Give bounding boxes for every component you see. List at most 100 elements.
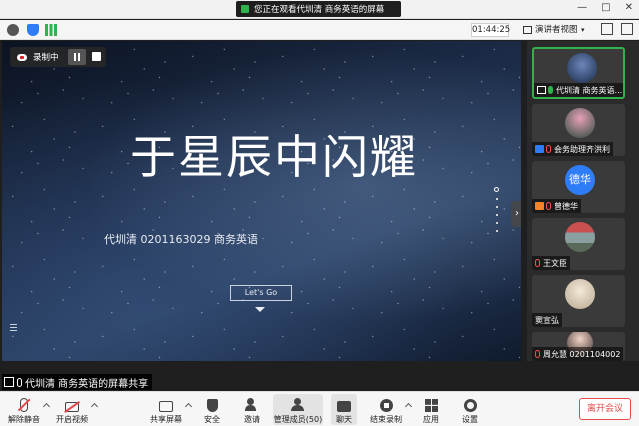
leave-meeting-button[interactable]: 离开会议 bbox=[579, 398, 631, 420]
pagination-dot[interactable] bbox=[495, 198, 498, 200]
cloud-record-icon bbox=[17, 53, 27, 61]
pagination-dot[interactable] bbox=[495, 206, 498, 208]
participant-name-bar: 曾德华 bbox=[532, 199, 581, 213]
slide-title: 于星辰中闪耀 bbox=[130, 130, 418, 184]
view-mode-button[interactable]: 演讲者视图 ▾ bbox=[521, 23, 591, 37]
participant-tile[interactable]: 德华 曾德华 bbox=[532, 161, 625, 213]
recording-indicator: 录制中 bbox=[10, 47, 106, 67]
add-user-icon bbox=[245, 398, 259, 412]
participant-gallery: 代圳清 商务英语... 会务助理齐洪利 德华 曾德华 王文臣 窦宣弘 周允慧 0… bbox=[527, 41, 639, 361]
close-button[interactable]: ✕ bbox=[625, 2, 633, 13]
start-video-label: 开启视频 bbox=[56, 415, 88, 424]
settings-button[interactable]: 设置 bbox=[459, 394, 481, 425]
apps-button[interactable]: 应用 bbox=[420, 394, 442, 425]
maximize-button[interactable]: □ bbox=[601, 2, 610, 13]
slide-menu-icon[interactable] bbox=[10, 324, 17, 331]
mic-muted-icon bbox=[535, 350, 540, 358]
pagination-dot[interactable] bbox=[495, 214, 498, 216]
participant-tile[interactable]: 王文臣 bbox=[532, 218, 625, 270]
stop-record-icon bbox=[379, 399, 393, 412]
meeting-info-icon[interactable] bbox=[7, 24, 19, 36]
security-label: 安全 bbox=[204, 415, 220, 424]
view-mode-label: 演讲者视图 bbox=[535, 25, 578, 35]
participant-name: 窦宣弘 bbox=[535, 315, 559, 325]
chevron-down-icon bbox=[255, 307, 265, 312]
share-banner-text: 您正在观看代圳清 商务英语的屏幕 bbox=[254, 5, 385, 15]
participant-tile[interactable]: 周允慧 0201104002 bbox=[532, 332, 625, 361]
window-titlebar: 您正在观看代圳清 商务英语的屏幕 — □ ✕ bbox=[0, 0, 639, 19]
shield-icon[interactable] bbox=[27, 24, 39, 36]
apps-icon bbox=[424, 399, 438, 412]
fullscreen-icon[interactable] bbox=[601, 23, 613, 35]
shared-screen[interactable]: 录制中 于星辰中闪耀 代圳清 0201163029 商务英语 Let's Go … bbox=[2, 41, 521, 361]
chevron-down-icon: ▾ bbox=[581, 26, 585, 34]
avatar: 德华 bbox=[565, 165, 595, 195]
collapse-gallery-button[interactable]: › bbox=[511, 201, 521, 227]
mic-muted-icon bbox=[546, 145, 551, 153]
avatar bbox=[565, 222, 595, 252]
slide-pagination[interactable] bbox=[494, 187, 499, 232]
pagination-dot[interactable] bbox=[494, 187, 499, 192]
meeting-toolbar: 解除静音 开启视频 共享屏幕 安全 邀请 管理成员(50) 聊天 结束录制 应用… bbox=[0, 391, 639, 426]
avatar bbox=[565, 279, 595, 309]
cohost-icon bbox=[535, 202, 544, 210]
mic-muted-icon bbox=[17, 398, 31, 412]
chat-label: 聊天 bbox=[336, 415, 352, 424]
mic-icon bbox=[17, 377, 22, 387]
mic-muted-icon bbox=[535, 259, 540, 267]
host-icon bbox=[535, 145, 544, 153]
screen-share-icon bbox=[4, 377, 14, 387]
participant-tile[interactable]: 代圳清 商务英语... bbox=[532, 47, 625, 99]
window-controls: — □ ✕ bbox=[577, 2, 633, 13]
participant-tile[interactable]: 窦宣弘 bbox=[532, 275, 625, 327]
participant-name-bar: 王文臣 bbox=[532, 256, 570, 270]
meeting-timer: 01:44:25 bbox=[471, 23, 511, 37]
participant-name: 周允慧 0201104002 bbox=[543, 349, 621, 359]
pause-recording-button[interactable] bbox=[68, 49, 86, 65]
end-recording-button[interactable]: 结束录制 bbox=[368, 394, 404, 425]
settings-label: 设置 bbox=[462, 415, 478, 424]
chevron-up-icon[interactable] bbox=[90, 402, 99, 411]
participant-name-bar: 会务助理齐洪利 bbox=[532, 142, 613, 156]
starfield-background bbox=[2, 41, 521, 361]
start-video-button[interactable]: 开启视频 bbox=[54, 394, 90, 425]
grid-view-icon bbox=[523, 26, 532, 34]
avatar bbox=[567, 53, 597, 83]
participant-name: 代圳清 商务英语... bbox=[556, 85, 623, 95]
minimize-button[interactable]: — bbox=[577, 2, 587, 13]
manage-members-button[interactable]: 管理成员(50) bbox=[273, 394, 323, 425]
security-button[interactable]: 安全 bbox=[200, 394, 224, 425]
invite-label: 邀请 bbox=[244, 415, 260, 424]
chevron-up-icon[interactable] bbox=[42, 402, 51, 411]
invite-button[interactable]: 邀请 bbox=[240, 394, 264, 425]
share-screen-button[interactable]: 共享屏幕 bbox=[148, 394, 184, 425]
participant-name-bar: 窦宣弘 bbox=[532, 313, 562, 327]
pagination-dot[interactable] bbox=[495, 230, 498, 232]
participant-name-bar: 代圳清 商务英语... bbox=[534, 83, 623, 97]
share-screen-icon bbox=[159, 401, 173, 412]
manage-members-label: 管理成员(50) bbox=[273, 415, 323, 424]
participant-name-bar: 周允慧 0201104002 bbox=[532, 347, 624, 361]
viewing-share-banner[interactable]: 您正在观看代圳清 商务英语的屏幕 bbox=[236, 1, 401, 17]
chat-button[interactable]: 聊天 bbox=[331, 394, 357, 425]
chevron-up-icon[interactable] bbox=[184, 402, 193, 411]
lets-go-button[interactable]: Let's Go bbox=[230, 285, 292, 301]
share-screen-label: 共享屏幕 bbox=[150, 415, 182, 424]
unmute-button[interactable]: 解除静音 bbox=[6, 394, 42, 425]
participant-name: 会务助理齐洪利 bbox=[554, 144, 610, 154]
apps-label: 应用 bbox=[423, 415, 439, 424]
signal-icon[interactable] bbox=[45, 24, 57, 36]
chevron-up-icon[interactable] bbox=[404, 402, 413, 411]
pagination-dot[interactable] bbox=[495, 222, 498, 224]
participant-tile[interactable]: 会务助理齐洪利 bbox=[532, 104, 625, 156]
slide-subtitle: 代圳清 0201163029 商务英语 bbox=[104, 233, 258, 246]
share-label-text: 代圳清 商务英语的屏幕共享 bbox=[25, 378, 149, 390]
gear-icon bbox=[463, 399, 477, 412]
window-layout-icon[interactable] bbox=[621, 23, 633, 35]
stop-recording-button[interactable] bbox=[92, 52, 101, 61]
participant-name: 王文臣 bbox=[543, 258, 567, 268]
participant-name: 曾德华 bbox=[554, 201, 578, 211]
screen-share-label: 代圳清 商务英语的屏幕共享 bbox=[2, 374, 153, 390]
screen-share-icon bbox=[537, 86, 546, 94]
end-recording-label: 结束录制 bbox=[370, 415, 402, 424]
